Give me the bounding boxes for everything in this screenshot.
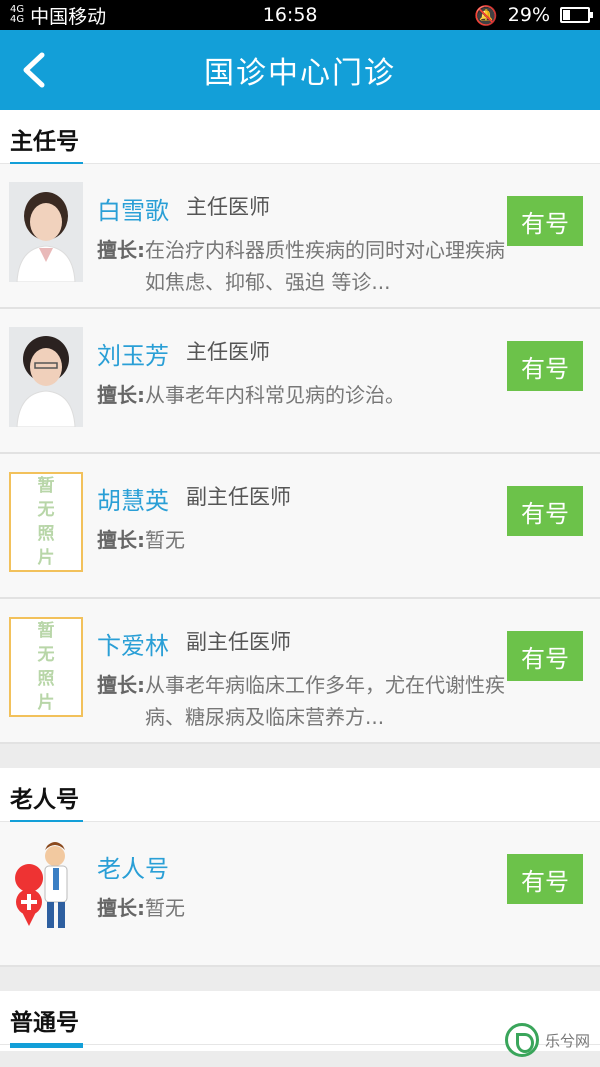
available-button[interactable]: 有号	[507, 341, 583, 391]
clock: 16:58	[262, 4, 318, 26]
doctor-photo	[9, 327, 83, 427]
battery-icon	[560, 7, 593, 23]
doctor-title: 副主任医师	[186, 485, 291, 509]
doctor-name: 胡慧英	[97, 487, 169, 515]
navigation-bar: 国诊中心门诊	[0, 30, 600, 110]
doctor-photo	[9, 182, 83, 282]
section-director: 主任号 白雪歌 主任医师 擅长: 在治疗内科器质性疾病的同时对心理疾病如焦虑、抑郁…	[0, 110, 600, 744]
cartoon-doctor-icon	[9, 840, 83, 940]
doctor-name: 刘玉芳	[97, 342, 169, 370]
doctor-row[interactable]: 老人号 擅长: 暂无 有号	[0, 822, 600, 967]
battery-percent: 29%	[507, 4, 550, 26]
available-button[interactable]: 有号	[507, 854, 583, 904]
back-arrow-icon[interactable]	[18, 52, 50, 88]
available-button[interactable]: 有号	[507, 196, 583, 246]
doctor-name: 白雪歌	[97, 197, 169, 225]
doctor-title: 主任医师	[186, 340, 270, 364]
watermark-text: 乐兮网	[544, 1031, 590, 1050]
section-gap	[0, 744, 600, 768]
section-gap	[0, 967, 600, 991]
section-elderly: 老人号 老人号 擅长: 暂无 有号	[0, 768, 600, 967]
site-logo-icon	[504, 1023, 539, 1057]
section-heading: 老人号	[0, 768, 600, 825]
status-bar: 4G 4G 中国移动 16:58 🔕 29%	[0, 0, 600, 30]
doctor-title: 主任医师	[186, 195, 270, 219]
doctor-name: 老人号	[97, 855, 169, 883]
doctor-name: 卞爱林	[97, 632, 169, 660]
doctor-specialty: 擅长: 暂无	[97, 896, 185, 920]
doctor-title: 副主任医师	[186, 630, 291, 654]
doctor-row[interactable]: 刘玉芳 主任医师 擅长: 从事老年内科常见病的诊治。 有号	[0, 309, 600, 454]
doctor-specialty: 擅长: 暂无	[97, 528, 185, 552]
doctor-specialty: 擅长: 从事老年病临床工作多年，尤在代谢性疾病、糖尿病及临床营养方...	[97, 673, 505, 729]
no-photo-placeholder: 暂无照片	[9, 472, 83, 572]
watermark: 乐兮网	[504, 1023, 590, 1057]
page-title: 国诊中心门诊	[204, 56, 396, 91]
signal-icon: 4G 4G	[10, 4, 25, 25]
doctor-specialty: 擅长: 在治疗内科器质性疾病的同时对心理疾病如焦虑、抑郁、强迫 等诊...	[97, 238, 505, 294]
doctor-row[interactable]: 白雪歌 主任医师 擅长: 在治疗内科器质性疾病的同时对心理疾病如焦虑、抑郁、强迫 …	[0, 164, 600, 309]
doctor-row[interactable]: 暂无照片 卞爱林 副主任医师 擅长: 从事老年病临床工作多年，尤在代谢性疾病、糖尿…	[0, 599, 600, 744]
available-button[interactable]: 有号	[507, 486, 583, 536]
silent-bell-icon: 🔕	[474, 4, 498, 27]
carrier-label: 中国移动	[30, 5, 107, 28]
available-button[interactable]: 有号	[507, 631, 583, 681]
no-photo-placeholder: 暂无照片	[9, 617, 83, 717]
section-heading: 主任号	[0, 110, 600, 167]
doctor-row[interactable]: 暂无照片 胡慧英 副主任医师 擅长: 暂无 有号	[0, 454, 600, 599]
doctor-specialty: 擅长: 从事老年内科常见病的诊治。	[97, 383, 405, 407]
